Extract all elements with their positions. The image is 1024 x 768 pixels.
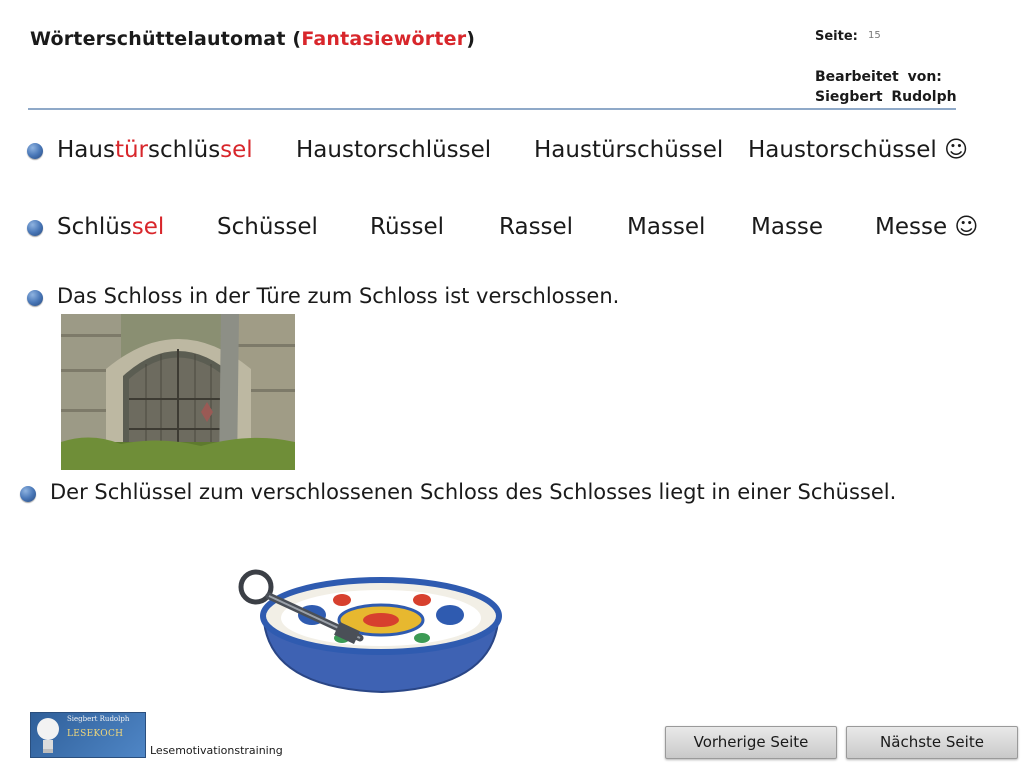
- header-divider: [28, 108, 956, 110]
- word-massel: Massel: [627, 214, 706, 240]
- bullet-icon: [27, 220, 43, 236]
- page-label: Seite:: [815, 29, 858, 44]
- edited-label: Bearbeitet von:: [815, 69, 942, 85]
- previous-page-button[interactable]: Vorherige Seite: [665, 726, 837, 759]
- logo-name: Siegbert Rudolph: [67, 715, 130, 723]
- word-part-red: tür: [114, 137, 149, 163]
- page-title: Wörterschüttelautomat (Fantasiewörter): [30, 28, 475, 50]
- word-haustorschussel: Haustorschüssel ☺: [748, 137, 969, 163]
- bullet-icon: [27, 143, 43, 159]
- word-schussel: Schüssel: [217, 214, 318, 240]
- bowl-with-key-image: [232, 560, 502, 700]
- edited-name: Siegbert Rudolph: [815, 89, 957, 105]
- word-part: Haus: [57, 137, 115, 163]
- word-hausturschlussel: Haustürschlüssel: [57, 137, 253, 163]
- word-haustorschlussel: Haustorschlüssel: [296, 137, 492, 163]
- word-part-red: sel: [131, 214, 165, 240]
- bullet-icon: [27, 290, 43, 306]
- bullet-icon: [20, 486, 36, 502]
- word-part-red: sel: [220, 137, 253, 163]
- footer-caption: Lesemotivationstraining: [150, 744, 283, 757]
- word-schlussel: Schlüssel: [57, 214, 164, 240]
- title-text-end: ): [466, 28, 476, 50]
- word-rassel: Rassel: [499, 214, 574, 240]
- title-text: Wörterschüttelautomat (: [30, 28, 302, 50]
- word-part: schlüs: [148, 137, 221, 163]
- logo-brand: LESEKOCH: [67, 729, 124, 739]
- page-number: 15: [868, 30, 881, 41]
- sentence-key-bowl: Der Schlüssel zum verschlossenen Schloss…: [50, 480, 897, 504]
- word-messe: Messe ☺: [875, 214, 979, 240]
- word-part: Schlüs: [57, 214, 132, 240]
- word-russel: Rüssel: [370, 214, 445, 240]
- sentence-castle: Das Schloss in der Türe zum Schloss ist …: [57, 284, 620, 308]
- word-masse: Masse: [751, 214, 824, 240]
- word-hausturschussel: Haustürschüssel: [534, 137, 724, 163]
- castle-door-image: [61, 314, 295, 470]
- edited-by: Bearbeitet von: Siegbert Rudolph: [815, 67, 957, 107]
- lesekoch-logo: Siegbert Rudolph LESEKOCH: [30, 712, 146, 758]
- next-page-button[interactable]: Nächste Seite: [846, 726, 1018, 759]
- title-highlight: Fantasiewörter: [301, 28, 467, 50]
